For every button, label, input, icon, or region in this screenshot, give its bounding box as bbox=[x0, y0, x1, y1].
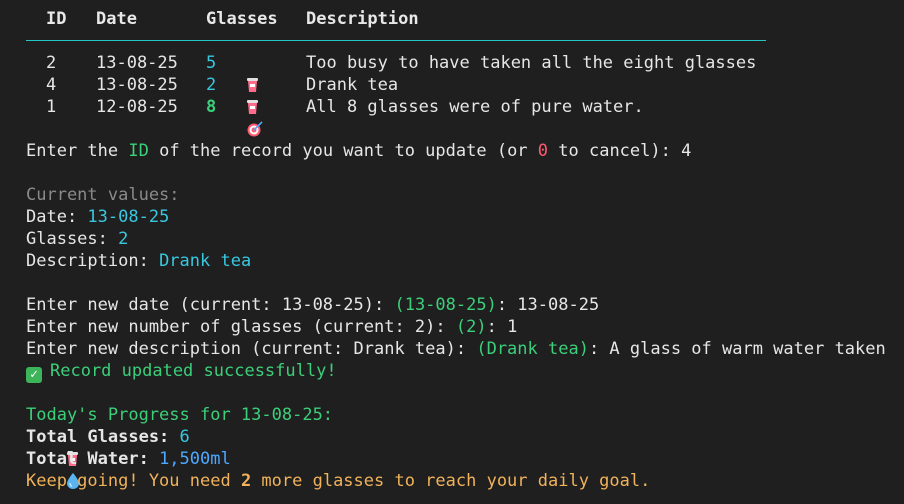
table-row-description: Drank tea bbox=[306, 75, 399, 95]
check-icon: ✓ bbox=[26, 367, 42, 383]
success-message: ✓ Record updated successfully! bbox=[26, 360, 337, 383]
table-row-date: 13-08-25 bbox=[96, 53, 178, 73]
table-row-description: All 8 glasses were of pure water. bbox=[306, 97, 644, 117]
current-values-heading: Current values: bbox=[26, 185, 180, 205]
terminal-window: ID Date Glasses Description 2 13-08-25 5… bbox=[0, 0, 904, 504]
prompt-id-line: Enter the ID of the record you want to u… bbox=[26, 141, 692, 161]
table-row-id: 4 bbox=[46, 75, 57, 95]
edit-description-line: Enter new description (current: Drank te… bbox=[26, 339, 886, 359]
table-header-id: ID bbox=[46, 9, 67, 29]
progress-heading: Today's Progress for 13-08-25: bbox=[26, 405, 334, 425]
total-water-line: Total Water: 1,500ml bbox=[26, 448, 231, 489]
table-row-glasses: 8 bbox=[206, 96, 263, 137]
edit-date-input[interactable]: : 13-08-25 bbox=[497, 295, 599, 315]
table-row-id: 1 bbox=[46, 97, 57, 117]
total-glasses-line: Total Glasses: 6 bbox=[26, 426, 190, 466]
target-icon bbox=[247, 121, 263, 137]
table-header-description: Description bbox=[306, 9, 419, 29]
edit-description-input[interactable]: : A glass of warm water taken bbox=[589, 339, 886, 359]
table-divider bbox=[26, 40, 766, 41]
table-row-date: 13-08-25 bbox=[96, 75, 178, 95]
edit-glasses-input[interactable]: : 1 bbox=[487, 317, 518, 337]
edit-glasses-line: Enter new number of glasses (current: 2)… bbox=[26, 317, 518, 337]
table-row-glasses: 2 bbox=[206, 74, 258, 114]
table-row-description: Too busy to have taken all the eight gla… bbox=[306, 53, 757, 73]
current-glasses-line: Glasses: 2 bbox=[26, 229, 129, 249]
edit-date-line: Enter new date (current: 13-08-25): (13-… bbox=[26, 295, 600, 315]
current-description-line: Description: Drank tea bbox=[26, 251, 252, 271]
table-row-id: 2 bbox=[46, 53, 57, 73]
table-row-glasses: 5 bbox=[206, 52, 258, 92]
goal-message: Keep going! You need 2 more glasses to r… bbox=[26, 471, 651, 491]
prompt-id-input[interactable]: 4 bbox=[681, 141, 691, 161]
table-header-glasses: Glasses bbox=[206, 9, 278, 29]
current-date-line: Date: 13-08-25 bbox=[26, 207, 170, 227]
table-row-date: 12-08-25 bbox=[96, 97, 178, 117]
table-header-date: Date bbox=[96, 9, 137, 29]
